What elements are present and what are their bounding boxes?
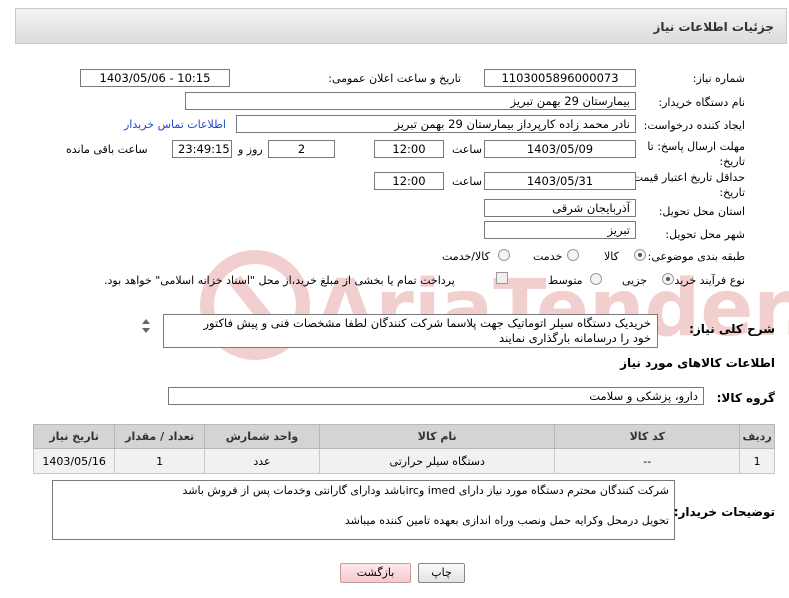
remaining-label: ساعت باقی مانده (66, 143, 148, 156)
goods-group-field[interactable]: دارو، پزشکی و سلامت (168, 387, 704, 405)
contact-info-link[interactable]: اطلاعات تماس خریدار (124, 118, 226, 131)
treasury-checkbox[interactable] (496, 272, 508, 284)
goods-table: تاریخ نیاز تعداد / مقدار واحد شمارش نام … (32, 424, 775, 474)
days-label: روز و (238, 143, 263, 156)
deadline-label: مهلت ارسال پاسخ: تا تاریخ: (647, 140, 745, 168)
cell-name: دستگاه سیلر حرارتی (319, 448, 556, 474)
city-field[interactable]: تبریز (484, 221, 636, 239)
category-label: طبقه بندی موضوعی: (647, 250, 745, 263)
process-option-minor: جزیی (622, 274, 648, 287)
buyer-notes-line1: شرکت کنندگان محترم دستگاه مورد نیاز دارا… (182, 484, 669, 497)
col-unit: واحد شمارش (203, 424, 321, 449)
cell-row: 1 (739, 448, 775, 474)
goods-section-title: اطلاعات کالاهای مورد نیاز (620, 356, 775, 370)
category-option-goods-service: کالا/خدمت (442, 250, 490, 263)
col-code: کد کالا (554, 424, 741, 449)
process-radio-medium[interactable] (590, 273, 602, 285)
buyer-notes-label: توضیحات خریدار: (673, 505, 775, 519)
deadline-date-field[interactable]: 1403/05/09 (484, 140, 636, 158)
validity-date-field[interactable]: 1403/05/31 (484, 172, 636, 190)
buyer-notes-line2: تحویل درمحل وکرایه حمل ونصب وراه اندازی … (344, 514, 669, 527)
deadline-time-field[interactable]: 12:00 (374, 140, 444, 158)
creator-field[interactable]: نادر محمد زاده کارپرداز بیمارستان 29 بهم… (236, 115, 636, 133)
description-label: شرح کلی نیاز: (689, 322, 775, 336)
category-option-service: خدمت (533, 250, 563, 263)
category-radio-goods[interactable] (634, 249, 646, 261)
cell-need-date: 1403/05/16 (32, 448, 116, 474)
col-name: نام کالا (319, 424, 556, 449)
panel-header: جزئیات اطلاعات نیاز (15, 8, 787, 44)
province-label: استان محل تحویل: (658, 205, 745, 218)
description-textarea[interactable]: خریدیک دستگاه سیلر اتوماتیک جهت پلاسما ش… (163, 314, 658, 348)
cell-unit: عدد (203, 448, 321, 474)
buyer-notes-box[interactable]: شرکت کنندگان محترم دستگاه مورد نیاز دارا… (52, 480, 675, 540)
process-option-medium: متوسط (548, 274, 583, 287)
province-field[interactable]: آذربایجان شرقی (484, 199, 636, 217)
payment-note: پرداخت تمام یا بخشی از مبلغ خرید،از محل … (104, 274, 455, 287)
process-radio-minor[interactable] (662, 273, 674, 285)
back-button[interactable]: بازگشت (340, 563, 411, 583)
creator-label: ایجاد کننده درخواست: (643, 119, 745, 132)
col-need-date: تاریخ نیاز (32, 424, 116, 449)
deadline-time-label: ساعت (452, 143, 482, 156)
validity-time-label: ساعت (452, 175, 482, 188)
category-radio-service[interactable] (567, 249, 579, 261)
need-number-field[interactable]: 1103005896000073 (484, 69, 636, 87)
cell-qty: 1 (114, 448, 205, 474)
scroll-up-icon[interactable] (142, 319, 150, 324)
need-number-label: شماره نیاز: (692, 72, 745, 85)
cell-code: -- (554, 448, 741, 474)
remaining-time-field[interactable]: 23:49:15 (172, 140, 232, 158)
goods-group-label: گروه کالا: (716, 391, 775, 405)
buyer-org-field[interactable]: بیمارستان 29 بهمن تبریز (185, 92, 636, 110)
table-header-row: تاریخ نیاز تعداد / مقدار واحد شمارش نام … (32, 424, 775, 449)
city-label: شهر محل تحویل: (665, 228, 745, 241)
process-label: نوع فرآیند خرید : (667, 274, 745, 287)
validity-time-field[interactable]: 12:00 (374, 172, 444, 190)
description-text: خریدیک دستگاه سیلر اتوماتیک جهت پلاسما ش… (203, 316, 652, 345)
col-qty: تعداد / مقدار (114, 424, 205, 449)
col-row: ردیف (739, 424, 775, 449)
buyer-org-label: نام دستگاه خریدار: (658, 96, 745, 109)
category-radio-goods-service[interactable] (498, 249, 510, 261)
page-title: جزئیات اطلاعات نیاز (653, 20, 774, 34)
days-field[interactable]: 2 (268, 140, 335, 158)
scroll-down-icon[interactable] (142, 328, 150, 333)
category-option-goods: کالا (604, 250, 619, 263)
announce-field[interactable]: 1403/05/06 - 10:15 (80, 69, 230, 87)
announce-label: تاریخ و ساعت اعلان عمومی: (328, 72, 461, 85)
table-row[interactable]: 1403/05/16 1 عدد دستگاه سیلر حرارتی -- 1 (32, 448, 775, 474)
description-scrollbar[interactable] (140, 316, 152, 346)
print-button[interactable]: چاپ (418, 563, 465, 583)
